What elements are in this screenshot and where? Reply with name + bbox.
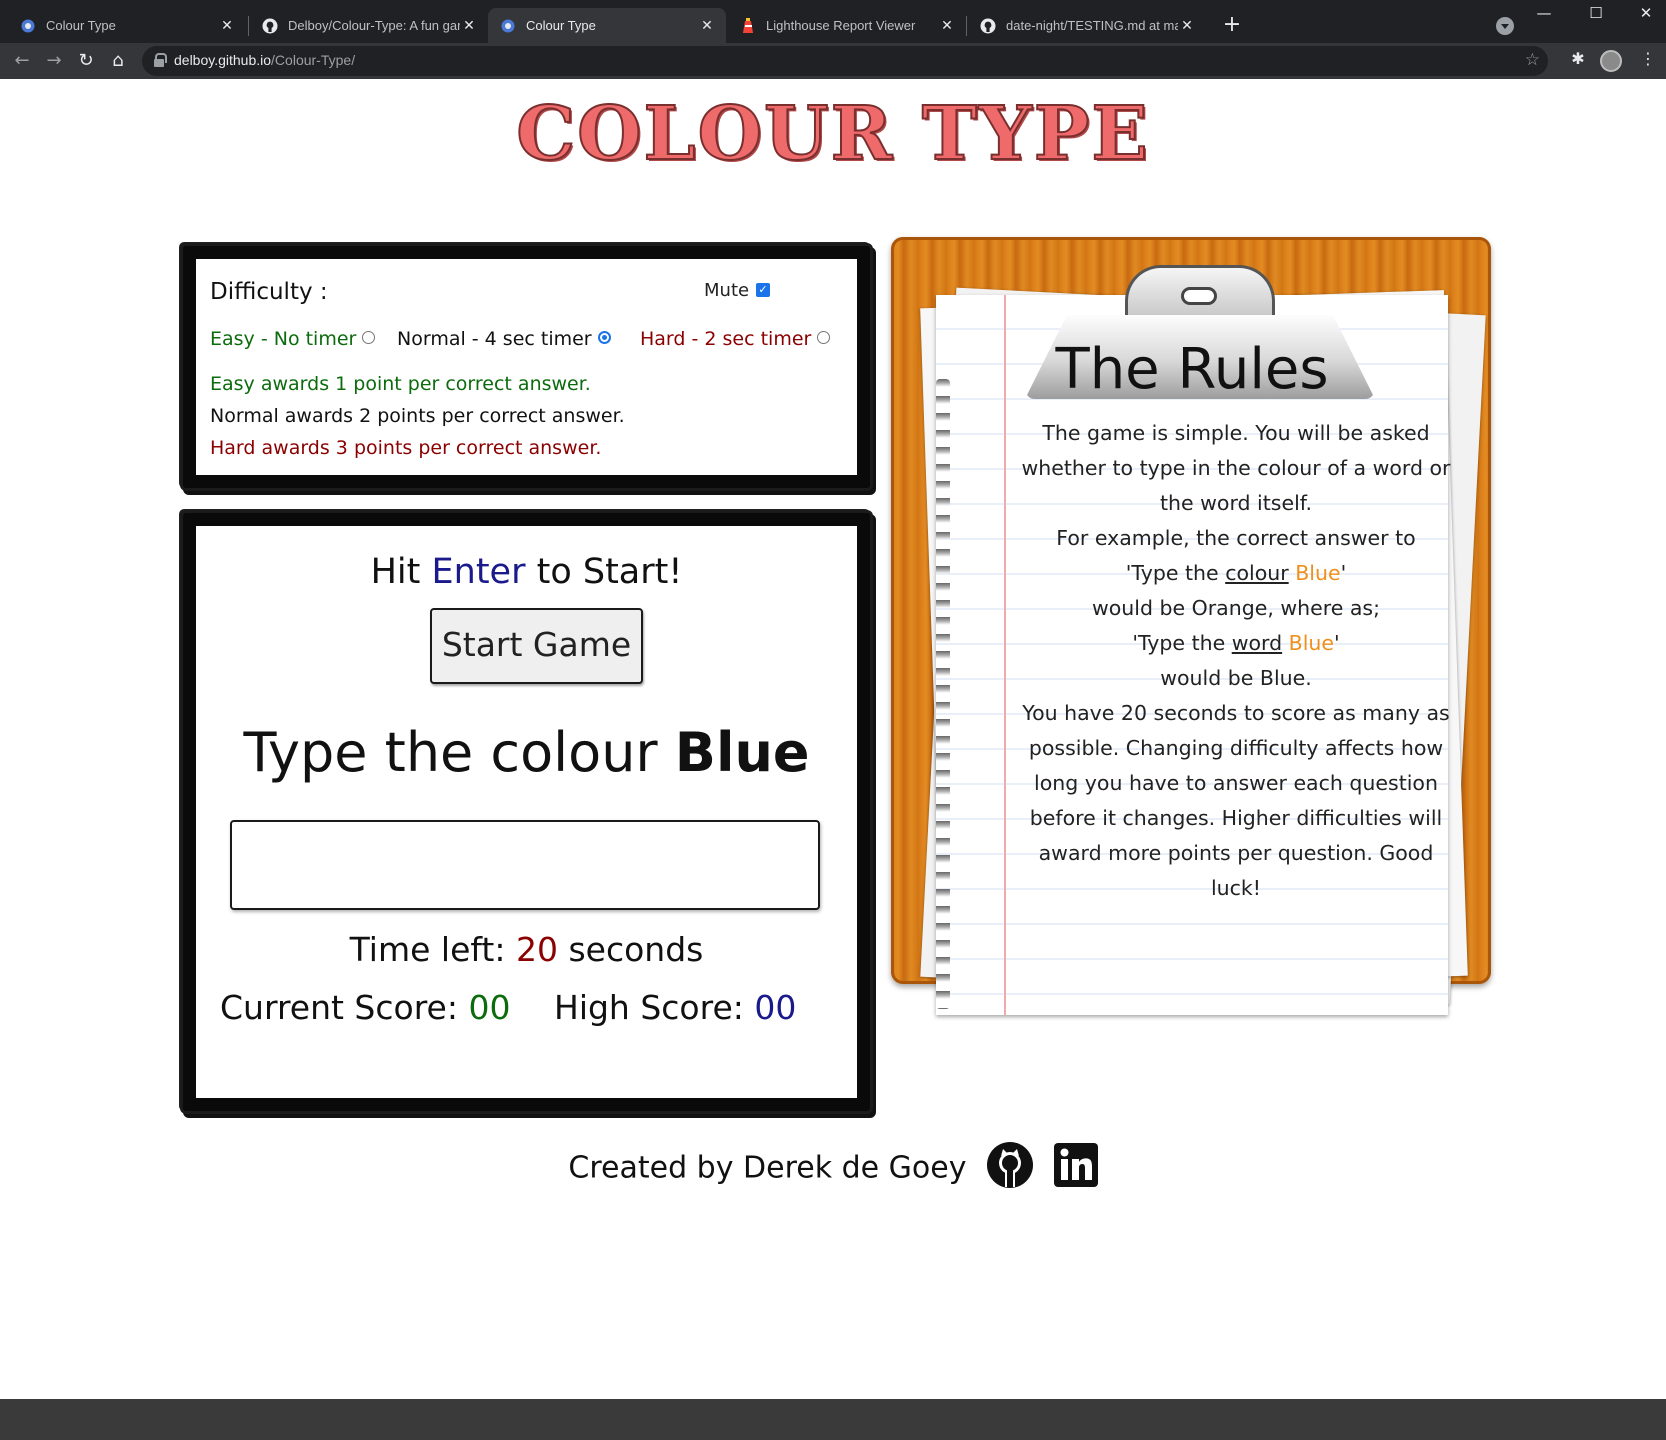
tab-close-icon[interactable]: ✕ [698,17,716,34]
rules-details: You have 20 seconds to score as many as … [1022,701,1450,900]
option-label: Hard - 2 sec timer [640,328,812,350]
lock-icon [154,53,167,67]
easy-radio[interactable] [362,331,376,344]
rules-title: The Rules [1055,337,1329,402]
browser-tab[interactable]: Colour Type ✕ [8,8,246,43]
tab-title: Colour Type [46,18,116,33]
tab-title: Delboy/Colour-Type: A fun game [288,18,460,33]
current-score: Current Score: 00 [220,988,511,1027]
option-label: Normal - 4 sec timer [397,328,592,350]
back-icon[interactable]: ← [8,47,36,75]
time-left: Time left: 20 seconds [349,930,704,969]
forward-icon[interactable]: → [40,47,68,75]
award-normal: Normal awards 2 points per correct answe… [210,405,625,427]
difficulty-label: Difficulty : [210,279,328,305]
rules-example-intro: For example, the correct answer to [1056,526,1416,550]
mute-checkbox[interactable]: ✓ [756,283,770,297]
spiral-binding [936,379,950,1009]
normal-radio[interactable] [597,331,611,344]
high-score: High Score: 00 [554,988,797,1027]
tab-close-icon[interactable]: ✕ [218,17,236,34]
menu-kebab-icon[interactable]: ⋮ [1636,49,1660,68]
tab-title: date-night/TESTING.md at maste [1006,18,1178,33]
tab-search-icon[interactable] [1496,17,1514,35]
home-icon[interactable]: ⌂ [104,47,132,75]
tab-separator [966,16,967,36]
linkedin-icon[interactable] [1053,1143,1098,1195]
tab-title: Lighthouse Report Viewer [766,18,916,33]
rules-example-1: 'Type the colour Blue' [1125,561,1347,585]
clipboard-clip-hole [1181,287,1217,305]
rules-example-2: 'Type the word Blue' [1132,631,1340,655]
taskbar [0,1399,1666,1440]
enter-key-label: Enter [431,552,526,592]
github-icon[interactable] [986,1141,1034,1197]
time-value: 20 [515,930,558,969]
difficulty-option-hard[interactable]: Hard - 2 sec timer [640,328,831,350]
difficulty-option-normal[interactable]: Normal - 4 sec timer [397,328,611,350]
page-viewport: COLOUR TYPE Difficulty : Mute ✓ Easy - N… [0,79,1666,1399]
new-tab-button[interactable]: + [1218,12,1246,40]
chrome-favicon-icon [20,18,36,34]
tab-close-icon[interactable]: ✕ [938,17,956,34]
footer: Created by Derek de Goey [0,1141,1666,1197]
difficulty-panel: Difficulty : Mute ✓ Easy - No timer Norm… [183,246,870,488]
option-label: Easy - No timer [210,328,357,350]
profile-avatar[interactable] [1600,50,1622,72]
mute-label: Mute [704,280,750,301]
browser-tab[interactable]: Lighthouse Report Viewer ✕ [728,8,966,43]
lighthouse-icon [740,17,756,34]
start-game-button[interactable]: Start Game [430,608,643,684]
tab-close-icon[interactable]: ✕ [1178,17,1196,34]
reload-icon[interactable]: ↻ [72,47,100,75]
award-hard: Hard awards 3 points per correct answer. [210,437,602,459]
game-panel: Hit Enter to Start! Start Game Type the … [183,513,870,1111]
rules-text: The game is simple. You will be asked wh… [1016,416,1456,906]
rules-example-2-answer: would be Blue. [1160,666,1312,690]
footer-credit: Created by Derek de Goey [568,1150,967,1186]
tab-separator [248,16,249,36]
chrome-favicon-icon [500,18,516,34]
difficulty-option-easy[interactable]: Easy - No timer [210,328,376,350]
page-title: COLOUR TYPE [515,90,1150,178]
bookmark-star-icon[interactable]: ☆ [1525,50,1540,70]
award-easy: Easy awards 1 point per correct answer. [210,373,591,395]
minimize-icon[interactable]: — [1524,4,1564,22]
browser-tab-bar: Colour Type ✕ Delboy/Colour-Type: A fun … [0,0,1666,43]
hard-radio[interactable] [817,331,831,344]
start-hint: Hit Enter to Start! [370,552,683,592]
rules-example-1-answer: would be Orange, where as; [1091,596,1381,620]
browser-toolbar: ← → ↻ ⌂ delboy.github.io/Colour-Type/ ☆ … [0,43,1666,79]
github-icon [980,18,996,34]
address-bar[interactable]: delboy.github.io/Colour-Type/ ☆ [142,46,1548,76]
extensions-icon[interactable]: ✱ [1566,49,1590,68]
high-score-value: 00 [754,988,797,1027]
rules-intro: The game is simple. You will be asked wh… [1021,421,1451,515]
github-icon [262,18,278,34]
browser-tab[interactable]: Delboy/Colour-Type: A fun game ✕ [250,8,488,43]
answer-input[interactable] [230,820,820,910]
maximize-icon[interactable]: ☐ [1576,4,1616,22]
current-score-value: 00 [468,988,511,1027]
browser-tab-active[interactable]: Colour Type ✕ [488,8,726,43]
browser-tab[interactable]: date-night/TESTING.md at maste ✕ [968,8,1206,43]
url-text: delboy.github.io/Colour-Type/ [174,52,356,68]
question-word: Blue [674,721,810,784]
close-window-icon[interactable]: ✕ [1626,4,1666,22]
tab-close-icon[interactable]: ✕ [460,17,478,34]
tab-title: Colour Type [526,18,596,33]
question-prompt: Type the colour Blue [243,721,810,784]
